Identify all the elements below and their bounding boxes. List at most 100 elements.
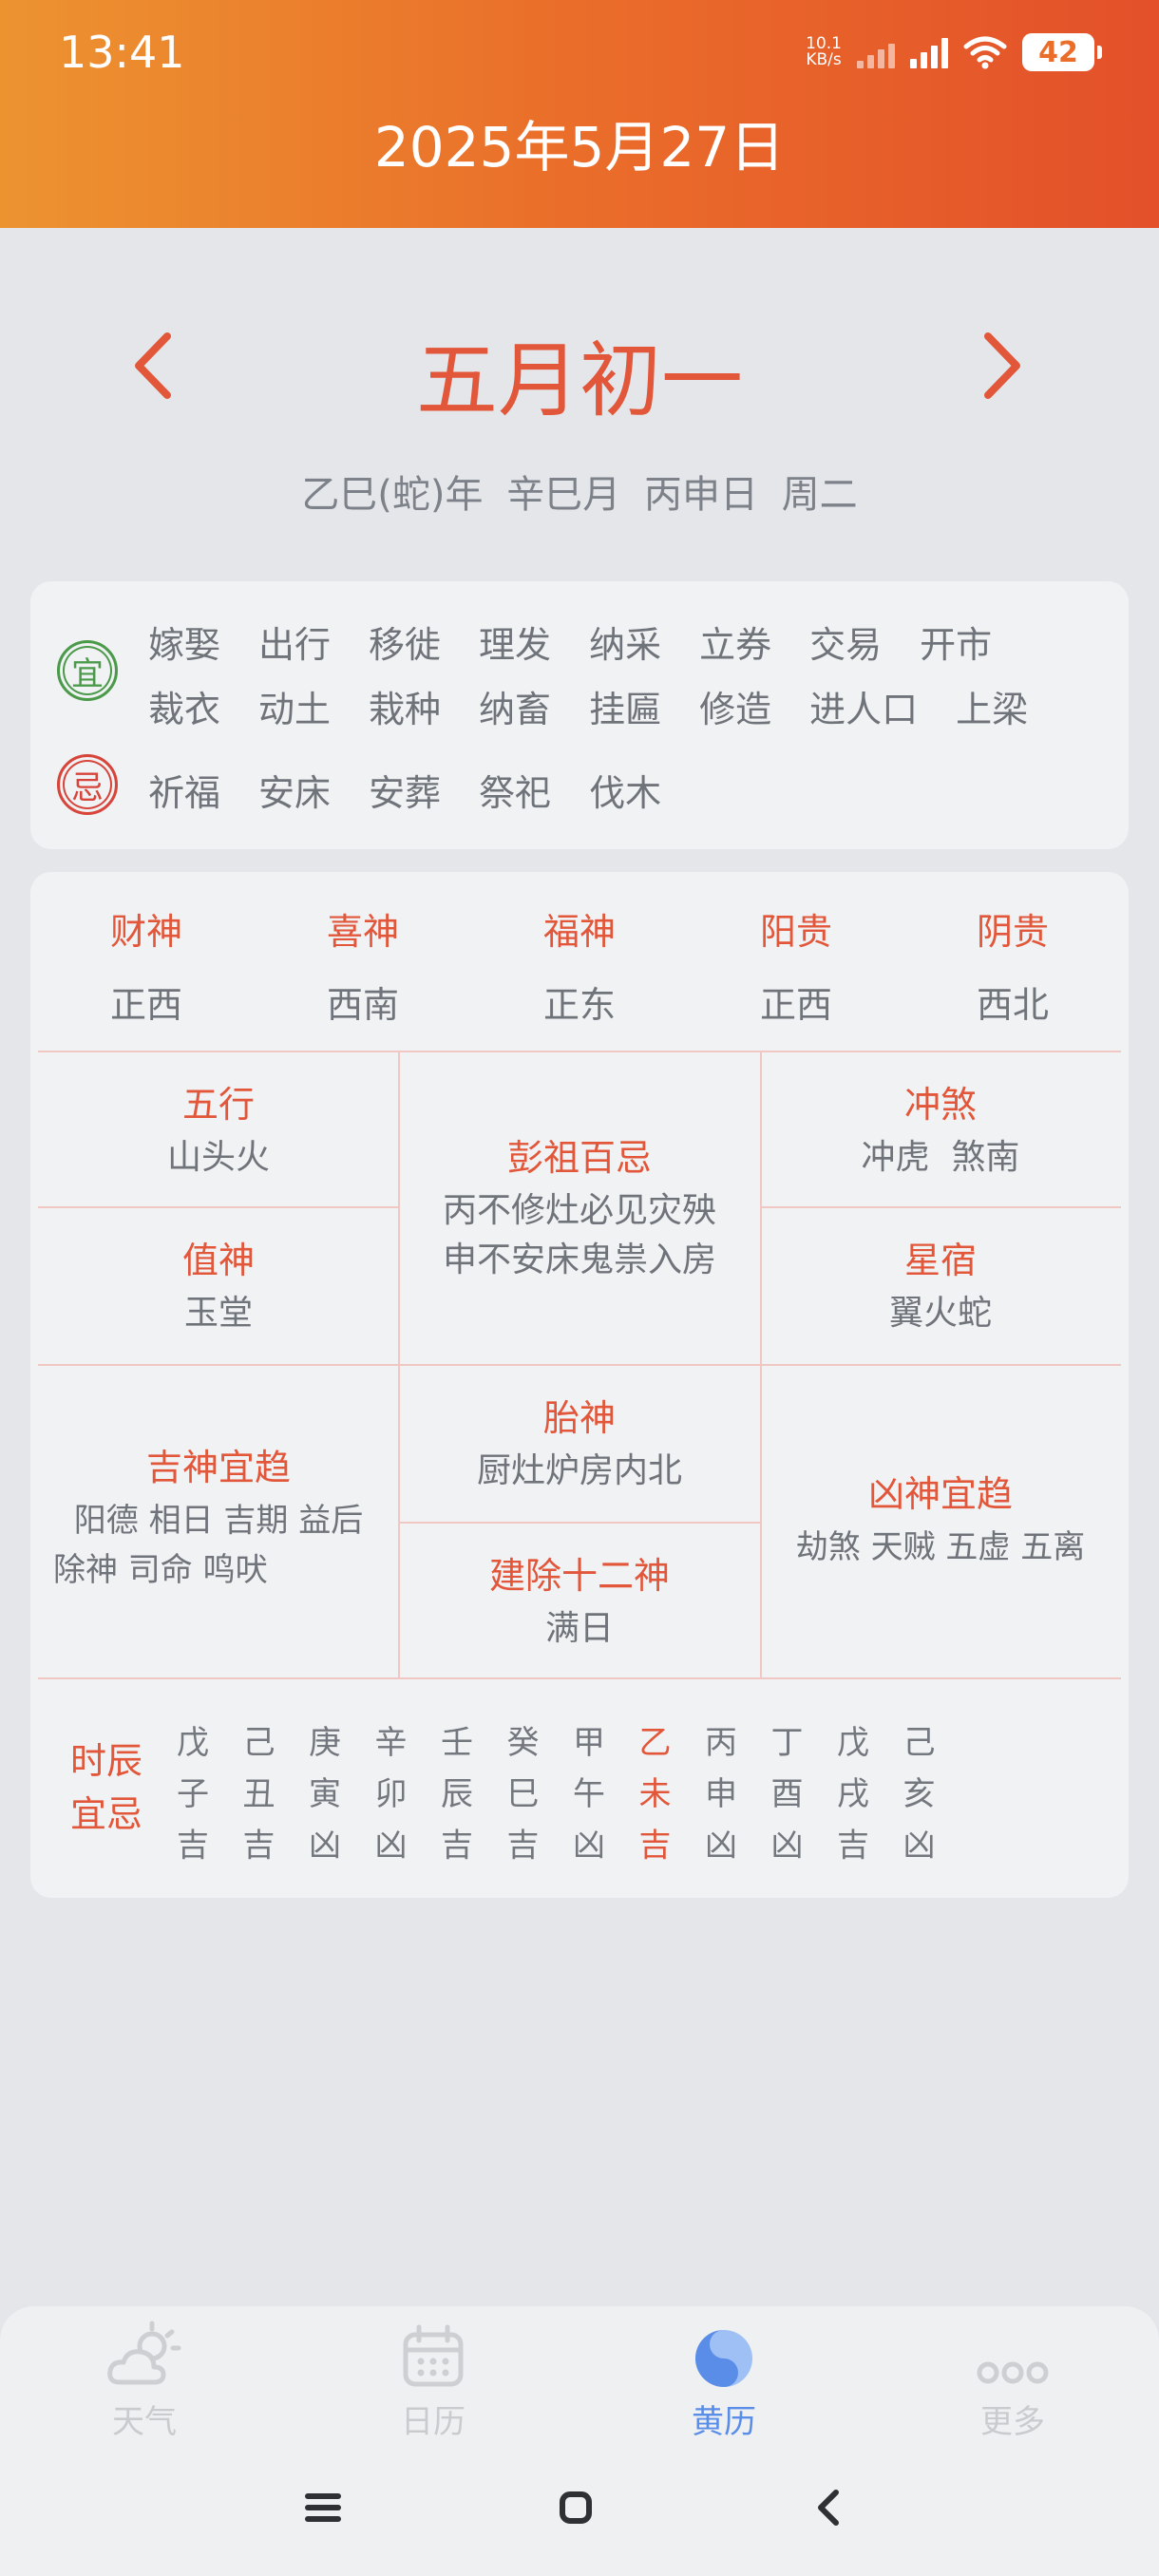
yi-ji-card: 宜 嫁娶 出行 移徙 理发 纳采 立券 交易 开市 裁衣 动土 栽种 纳畜 挂匾…	[30, 581, 1129, 849]
hour-branch: 午	[573, 1775, 605, 1813]
yi-item: 出行	[258, 624, 332, 666]
yi-item: 立券	[699, 624, 772, 666]
hour-stem: 乙	[638, 1724, 672, 1762]
hour-luck: 吉	[177, 1827, 209, 1865]
hour-branch: 戌	[837, 1775, 869, 1813]
yi-item: 进人口	[809, 689, 919, 730]
yi-item: 修造	[699, 689, 772, 730]
god-yanggui: 阳贵 正西	[759, 911, 832, 1026]
yi-item: 纳畜	[479, 689, 552, 730]
divider	[38, 1051, 1121, 1052]
yi-item: 交易	[809, 624, 883, 666]
hour-luck: 吉	[837, 1827, 869, 1865]
hour-luck: 吉	[441, 1827, 473, 1865]
god-caishen: 财神 正西	[109, 911, 182, 1026]
hour-column: 丁酉凶	[764, 1717, 811, 1871]
hour-column: 辛卯凶	[368, 1717, 415, 1871]
hour-luck: 凶	[374, 1827, 408, 1865]
ji-item: 安床	[258, 772, 332, 814]
hour-luck: 凶	[902, 1827, 936, 1865]
xiongshen-cell: 凶神宜趋 劫煞 天贼 五虚 五离	[795, 1473, 1086, 1566]
tab-calendar[interactable]: 日历	[338, 2320, 528, 2442]
yi-item: 上梁	[956, 689, 1029, 730]
month-ganzhi: 辛巳月	[506, 473, 621, 517]
yi-item: 嫁娶	[148, 624, 221, 666]
ji-item: 伐木	[589, 772, 662, 814]
yi-list-row1: 嫁娶 出行 移徙 理发 纳采 立券 交易 开市	[148, 616, 1030, 668]
calendar-icon	[403, 2324, 464, 2387]
god-yingui: 阴贵 西北	[976, 911, 1049, 1026]
hour-stem: 丙	[705, 1724, 737, 1762]
yi-list-row2: 裁衣 动土 栽种 纳畜 挂匾 修造 进人口 上梁	[148, 680, 1066, 732]
hour-stem: 己	[242, 1724, 276, 1762]
hour-stem: 己	[902, 1724, 936, 1762]
hour-branch: 寅	[309, 1775, 341, 1813]
yi-badge-icon: 宜	[57, 640, 118, 701]
divider	[38, 1206, 399, 1208]
yi-item: 移徙	[369, 624, 442, 666]
menu-icon[interactable]	[294, 2479, 352, 2536]
net-speed: 10.1 KB/s	[806, 34, 842, 69]
divider	[38, 1364, 1121, 1366]
hour-branch: 辰	[441, 1775, 473, 1813]
weather-icon	[107, 2320, 181, 2385]
day-ganzhi: 丙申日	[643, 473, 758, 517]
header-date[interactable]: 2025年5月27日	[0, 103, 1159, 182]
hour-branch: 子	[177, 1775, 209, 1813]
god-xishen: 喜神 西南	[326, 911, 399, 1026]
hour-branch: 巳	[506, 1775, 540, 1813]
taishen-cell: 胎神 厨灶炉房内北	[476, 1397, 682, 1490]
hour-column: 甲午凶	[565, 1717, 613, 1871]
wuxing-cell: 五行 山头火	[166, 1084, 270, 1177]
hour-column: 癸巳吉	[500, 1717, 547, 1871]
yi-item: 动土	[258, 689, 332, 730]
hour-stem: 癸	[506, 1724, 540, 1762]
yi-item: 理发	[479, 624, 552, 666]
hour-column: 己亥凶	[896, 1717, 943, 1871]
hours-label: 时辰 宜忌	[69, 1740, 142, 1835]
hour-stem: 辛	[374, 1724, 408, 1762]
signal-sim2-icon	[857, 36, 895, 68]
hour-stem: 壬	[441, 1724, 473, 1762]
status-time: 13:41	[59, 27, 185, 78]
ji-list: 祈福 安床 安葬 祭祀 伐木	[148, 764, 699, 816]
divider	[760, 1206, 1121, 1208]
hour-column: 壬辰吉	[433, 1717, 481, 1871]
hour-branch: 亥	[902, 1775, 936, 1813]
hour-column: 戊戌吉	[829, 1717, 877, 1871]
ji-badge-icon: 忌	[57, 754, 118, 815]
tab-almanac[interactable]: 黄历	[629, 2320, 819, 2442]
yi-item: 开市	[920, 624, 993, 666]
app-header: 13:41 10.1 KB/s 42 2025年5月27日	[0, 0, 1159, 228]
tab-more[interactable]: 更多	[918, 2320, 1108, 2442]
jishen-cell: 吉神宜趋 阳德 相日 吉期 益后 除神 司命 鸣吠	[53, 1447, 364, 1589]
ji-item: 安葬	[369, 772, 442, 814]
year-ganzhi: 乙巳(蛇)年	[301, 473, 484, 517]
tab-weather[interactable]: 天气	[49, 2320, 239, 2442]
hour-column: 丙申凶	[697, 1717, 745, 1871]
hour-branch: 申	[705, 1775, 737, 1813]
more-icon	[977, 2361, 1049, 2384]
signal-sim1-icon	[910, 36, 948, 68]
ji-item: 祭祀	[479, 772, 552, 814]
wifi-icon	[963, 36, 1007, 69]
hour-luck: 凶	[573, 1827, 605, 1865]
yin-yang-icon	[695, 2330, 752, 2387]
back-icon[interactable]	[800, 2479, 857, 2536]
home-icon[interactable]	[547, 2479, 604, 2536]
ganzhi-line: 乙巳(蛇)年 辛巳月 丙申日 周二	[0, 464, 1159, 519]
hour-branch: 卯	[374, 1775, 408, 1813]
status-icons: 10.1 KB/s 42	[806, 28, 1102, 76]
hour-stem: 丁	[770, 1724, 804, 1762]
god-fushen: 福神 正东	[542, 911, 616, 1026]
pengzu-cell: 彭祖百忌 丙不修灶必见灾殃 申不安床鬼祟入房	[442, 1137, 716, 1279]
jianchu-cell: 建除十二神 满日	[488, 1555, 670, 1648]
next-day-chevron-icon[interactable]	[975, 323, 1032, 408]
hour-luck: 吉	[638, 1827, 672, 1865]
hour-stem: 甲	[573, 1724, 605, 1762]
hour-branch: 酉	[770, 1775, 804, 1813]
yi-item: 纳采	[589, 624, 662, 666]
divider	[399, 1522, 760, 1524]
hour-column: 己丑吉	[236, 1717, 283, 1871]
yi-item: 挂匾	[589, 689, 662, 730]
